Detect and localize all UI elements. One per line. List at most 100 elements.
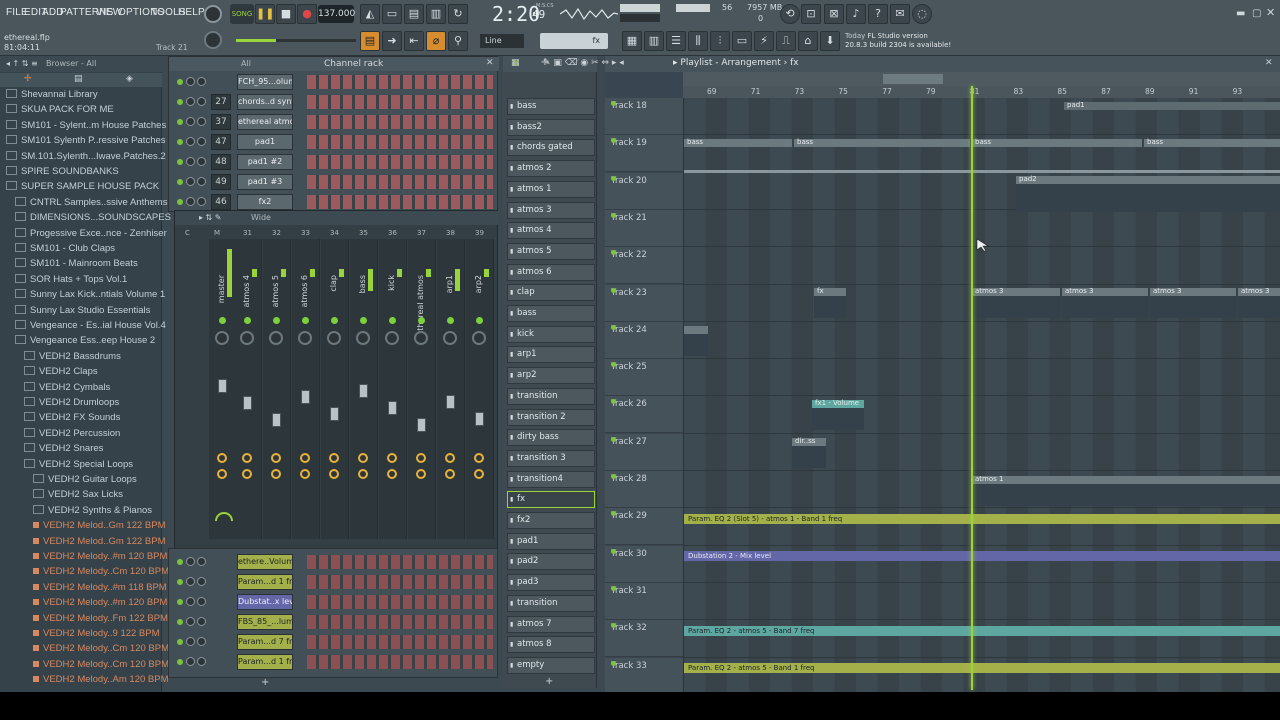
- mixer-send-knob[interactable]: [242, 453, 252, 463]
- channel-name-button[interactable]: pad1 #3: [237, 174, 293, 190]
- pattern-item[interactable]: atmos 1: [507, 180, 595, 198]
- save-icon[interactable]: ⊡: [801, 4, 821, 24]
- mixer-strip[interactable]: bass: [350, 239, 378, 539]
- pattern-item[interactable]: atmos 4: [507, 222, 595, 240]
- clip-dirss[interactable]: dir..ss: [792, 437, 826, 468]
- automation-clip-eq-atmos1[interactable]: Param. EQ 2 (Slot 5) - atmos 1 - Band 1 …: [684, 514, 1280, 524]
- pattern-item[interactable]: pad2: [507, 553, 595, 571]
- channel-row[interactable]: FCH_95...olume: [169, 73, 499, 92]
- pattern-item[interactable]: transition4: [507, 470, 595, 488]
- piano-roll-icon[interactable]: ▥: [644, 31, 664, 51]
- mixer-enable-led[interactable]: [447, 317, 454, 324]
- record-button[interactable]: ●: [297, 4, 317, 24]
- automation-clip-eq-band7[interactable]: Param. EQ 2 - atmos 5 - Band 7 freq: [684, 626, 1280, 636]
- mixer-enable-led[interactable]: [331, 317, 338, 324]
- pattern-item[interactable]: transition 2: [507, 408, 595, 426]
- close-window-icon[interactable]: ✕: [1266, 6, 1275, 19]
- browser-item[interactable]: VEDH2 Drumloops: [24, 397, 119, 412]
- clip-fx1-volume[interactable]: fx1 - Volume: [812, 399, 864, 430]
- mixer-send-knob-2[interactable]: [271, 469, 281, 479]
- clip-bass-3[interactable]: bass: [972, 138, 1142, 150]
- mixer-pan-knob[interactable]: [327, 331, 341, 345]
- countdown-icon[interactable]: ▤: [404, 4, 424, 24]
- automation-channel-row[interactable]: FBS_85_...lume: [169, 613, 499, 632]
- browser-files-tab-icon[interactable]: ▤: [74, 74, 83, 84]
- browser-item[interactable]: Vengeance Ess..eep House 2: [15, 335, 155, 350]
- clip-atmos1[interactable]: atmos 1: [972, 475, 1280, 506]
- plugin-picker-icon[interactable]: ⚡: [754, 31, 774, 51]
- step-sequencer[interactable]: [307, 135, 493, 149]
- browser-icon[interactable]: ▭: [732, 31, 752, 51]
- pattern-item[interactable]: dirty bass: [507, 429, 595, 447]
- maximize-window-icon[interactable]: ▢: [1252, 8, 1261, 19]
- feedback-icon[interactable]: ◌: [912, 4, 932, 24]
- channel-mute-led[interactable]: [177, 579, 183, 585]
- news-line-2[interactable]: 20.8.3 build 2304 is available!: [845, 41, 951, 49]
- pattern-item[interactable]: arp1: [507, 346, 595, 364]
- step-sequencer[interactable]: [307, 155, 493, 169]
- mixer-strip[interactable]: atmos 5: [263, 239, 291, 539]
- channel-mixer-track[interactable]: 47: [211, 134, 231, 150]
- mixer-strip[interactable]: atmos 6: [292, 239, 320, 539]
- channel-mute-led[interactable]: [177, 199, 183, 205]
- step-sequencer[interactable]: [307, 595, 493, 609]
- browser-item[interactable]: VEDH2 Special Loops: [24, 459, 133, 474]
- browser-item[interactable]: VEDH2 Melody..Am 120 BPM: [33, 674, 168, 689]
- channel-volume-knob[interactable]: [197, 597, 206, 606]
- mixer-pan-knob[interactable]: [385, 331, 399, 345]
- pause-button[interactable]: ❚❚: [255, 4, 275, 24]
- channel-mute-led[interactable]: [177, 179, 183, 185]
- mixer-enable-led[interactable]: [302, 317, 309, 324]
- playlist-icon[interactable]: ▦: [622, 31, 642, 51]
- channel-name-button[interactable]: ethere..Volume: [237, 554, 293, 570]
- browser-all-tab-icon[interactable]: ✢: [24, 74, 32, 84]
- browser-item[interactable]: VEDH2 Melod..Gm 122 BPM: [33, 520, 166, 535]
- mixer-enable-led[interactable]: [244, 317, 251, 324]
- channel-pan-knob[interactable]: [186, 197, 195, 206]
- pattern-item[interactable]: bass: [507, 305, 595, 322]
- track-enable-led[interactable]: [611, 474, 616, 479]
- metronome-icon[interactable]: ◭: [360, 4, 380, 24]
- channel-mute-led[interactable]: [177, 79, 183, 85]
- track-enable-led[interactable]: [611, 660, 616, 666]
- playlist-tools-icon[interactable]: ✎ ▣ ⌫ ◉ ✂ ⇔ ▸ ◂: [543, 58, 624, 68]
- channel-name-button[interactable]: FCH_95...olume: [237, 74, 293, 90]
- channel-pan-knob[interactable]: [186, 577, 195, 586]
- channel-mixer-track[interactable]: 46: [211, 194, 231, 210]
- mixer-icon[interactable]: ⫼: [688, 31, 708, 51]
- browser-item[interactable]: VEDH2 Melod..Gm 122 BPM: [33, 536, 166, 551]
- track-header[interactable]: Track 21: [605, 209, 683, 247]
- channel-mute-led[interactable]: [177, 559, 183, 565]
- pattern-item[interactable]: transition 3: [507, 449, 595, 467]
- help-icon[interactable]: ?: [868, 4, 888, 24]
- mixer-strip[interactable]: arp1: [437, 239, 465, 539]
- timeline-ruler[interactable]: 69 71 73 75 77 79 81 83 85 87 89 91 93: [683, 86, 1280, 98]
- channel-row[interactable]: 48 pad1 #2: [169, 153, 499, 172]
- channel-volume-knob[interactable]: [197, 557, 206, 566]
- mixer-volume-fader[interactable]: [301, 390, 310, 404]
- step-edit-icon[interactable]: ▥: [426, 4, 446, 24]
- mixer-send-knob[interactable]: [300, 453, 310, 463]
- pattern-item[interactable]: bass2: [507, 118, 595, 136]
- track-enable-led[interactable]: [611, 287, 616, 293]
- channel-name-button[interactable]: chords..d synth: [237, 94, 293, 110]
- touch-keyboard-icon[interactable]: ⎍: [776, 31, 796, 51]
- step-sequencer[interactable]: [307, 75, 493, 89]
- master-volume-slider[interactable]: [236, 39, 356, 42]
- browser-item[interactable]: SM101 Sylenth P..ressive Patches: [6, 135, 166, 150]
- step-sequencer[interactable]: [307, 555, 493, 569]
- channel-name-button[interactable]: Param...d 1 freq: [237, 574, 293, 590]
- browser-item[interactable]: SOR Hats + Tops Vol.1: [15, 274, 127, 289]
- browser-item[interactable]: VEDH2 Melody..Cm 120 BPM: [33, 643, 169, 658]
- browser-item[interactable]: VEDH2 Percussion: [24, 428, 120, 443]
- track-header[interactable]: Track 30: [605, 545, 683, 583]
- typing-keyboard-icon[interactable]: ⇤: [404, 31, 424, 51]
- mixer-view-mode[interactable]: Wide: [251, 213, 271, 222]
- step-sequencer[interactable]: [307, 115, 493, 129]
- browser-item[interactable]: VEDH2 Melody..9 122 BPM: [33, 628, 160, 643]
- browser-item[interactable]: VEDH2 Cymbals: [24, 382, 110, 397]
- mixer-send-knob[interactable]: [329, 453, 339, 463]
- scroll-thumb[interactable]: [883, 74, 943, 84]
- channel-name-button[interactable]: fx2: [237, 194, 293, 210]
- channel-row[interactable]: 47 pad1: [169, 133, 499, 152]
